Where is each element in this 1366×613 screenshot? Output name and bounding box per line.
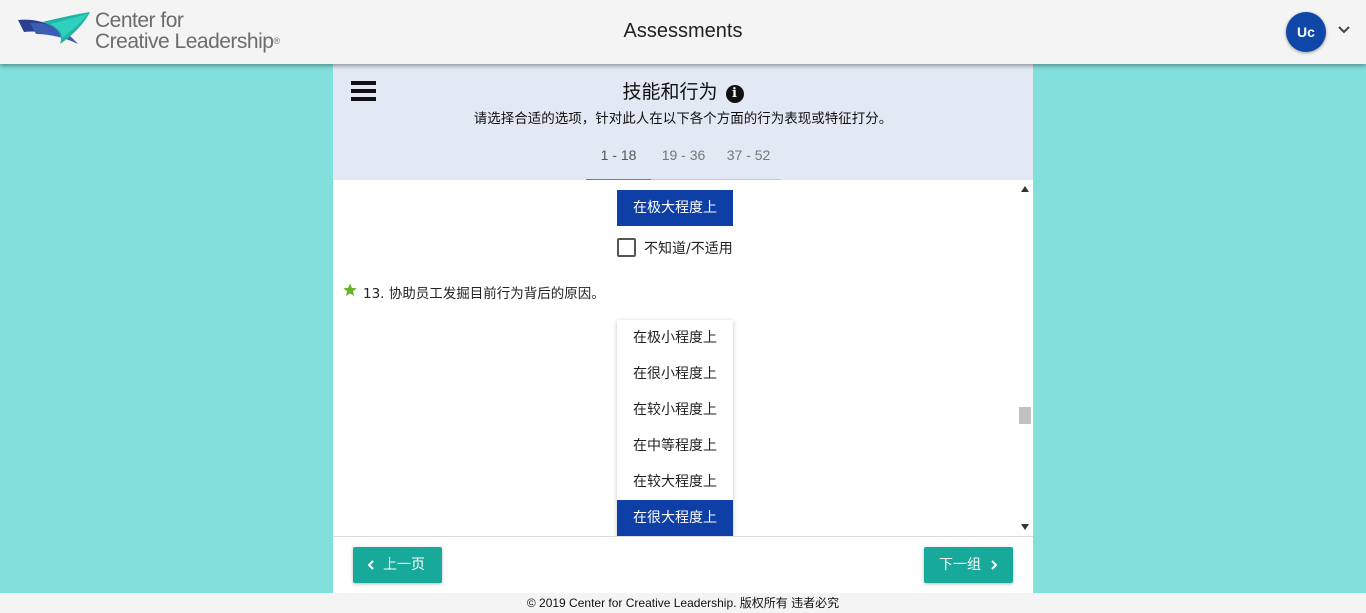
section-title: 技能和行为 bbox=[622, 81, 718, 103]
user-avatar[interactable]: Uc bbox=[1286, 12, 1326, 52]
not-applicable-checkbox[interactable] bbox=[617, 238, 636, 257]
top-bar: Center for Creative Leadership® Assessme… bbox=[0, 0, 1366, 64]
scroll-down-arrow-icon[interactable] bbox=[1021, 524, 1029, 530]
app-title: Assessments bbox=[623, 20, 743, 42]
page-tabs: 1 - 18 19 - 36 37 - 52 bbox=[586, 137, 781, 181]
star-icon bbox=[343, 283, 357, 296]
previous-page-label: 上一页 bbox=[383, 557, 425, 573]
prev-question-selected-option[interactable]: 在极大程度上 bbox=[617, 190, 733, 226]
previous-page-button[interactable]: 上一页 bbox=[353, 547, 442, 583]
rating-option-list: 在极小程度上 在很小程度上 在较小程度上 在中等程度上 在较大程度上 在很大程度… bbox=[617, 320, 733, 536]
rating-option[interactable]: 在中等程度上 bbox=[617, 428, 733, 464]
rating-option-selected[interactable]: 在很大程度上 bbox=[617, 500, 733, 536]
tab-19-36[interactable]: 19 - 36 bbox=[651, 137, 716, 180]
not-applicable-label[interactable]: 不知道/不适用 bbox=[644, 238, 733, 258]
tab-37-52[interactable]: 37 - 52 bbox=[716, 137, 781, 180]
questions-scroll-area[interactable]: 在极大程度上 不知道/不适用 13. 协助员工发掘目前行为背后的原因。 在极小程… bbox=[333, 180, 1033, 536]
question-text: 13. 协助员工发掘目前行为背后的原因。 bbox=[363, 286, 605, 302]
rating-option[interactable]: 在很小程度上 bbox=[617, 356, 733, 392]
vertical-scrollbar[interactable] bbox=[1017, 180, 1033, 536]
section-instructions: 请选择合适的选项，针对此人在以下各个方面的行为表现或特征打分。 bbox=[473, 111, 893, 127]
tab-1-18[interactable]: 1 - 18 bbox=[586, 137, 651, 181]
info-icon[interactable]: i bbox=[725, 85, 744, 103]
copyright-footer: © 2019 Center for Creative Leadership. 版… bbox=[0, 593, 1366, 613]
section-title-row: 技能和行为 i bbox=[333, 77, 1033, 104]
navigation-bar: 上一页 下一组 bbox=[333, 536, 1033, 593]
chevron-right-icon bbox=[991, 560, 997, 570]
next-group-button[interactable]: 下一组 bbox=[924, 547, 1013, 583]
assessment-panel: 技能和行为 i 请选择合适的选项，针对此人在以下各个方面的行为表现或特征打分。 1… bbox=[333, 64, 1033, 593]
scroll-up-arrow-icon[interactable] bbox=[1021, 186, 1029, 192]
chevron-down-icon[interactable] bbox=[1336, 24, 1352, 36]
rating-option[interactable]: 在较大程度上 bbox=[617, 464, 733, 500]
scrollbar-thumb[interactable] bbox=[1019, 407, 1031, 424]
next-group-label: 下一组 bbox=[939, 557, 981, 573]
section-header: 技能和行为 i 请选择合适的选项，针对此人在以下各个方面的行为表现或特征打分。 1… bbox=[333, 64, 1033, 181]
chevron-left-icon bbox=[368, 560, 374, 570]
rating-option[interactable]: 在极小程度上 bbox=[617, 320, 733, 356]
rating-option[interactable]: 在较小程度上 bbox=[617, 392, 733, 428]
